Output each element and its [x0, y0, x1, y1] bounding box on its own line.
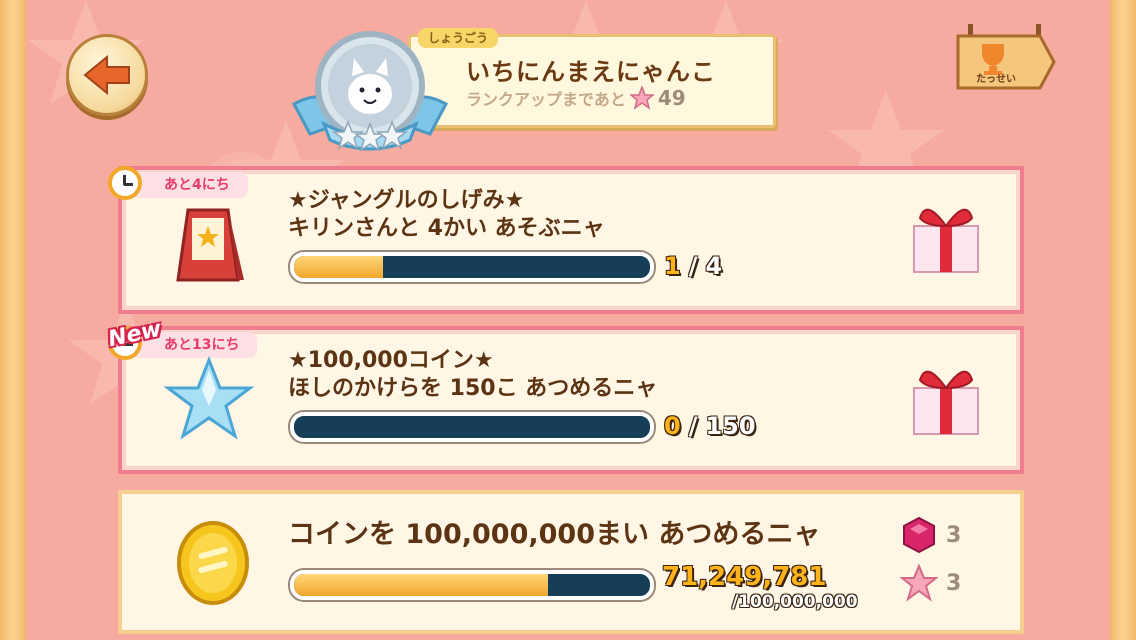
- mission-description: キリンさんと 4かい あそぶニャ: [288, 216, 605, 241]
- right-frame: [1108, 0, 1136, 640]
- gift-icon[interactable]: [906, 196, 986, 276]
- progress-current: 0: [664, 412, 681, 440]
- star-icon: [900, 564, 938, 602]
- gift-icon[interactable]: [906, 358, 986, 438]
- progress-total: 150: [705, 412, 756, 440]
- star-icon: [629, 86, 654, 110]
- progress-current: 1: [664, 252, 681, 280]
- player-title: いちにんまえにゃんこ: [466, 58, 716, 86]
- left-frame: [0, 0, 28, 640]
- crystal-star-icon: [164, 356, 254, 440]
- progress-slash: /: [688, 412, 698, 440]
- gem-icon: [903, 516, 935, 554]
- reward-star: 3: [900, 564, 961, 602]
- mission-description: ほしのかけらを 150こ あつめるニャ: [288, 376, 658, 401]
- main-goal-description: コインを 100,000,000まい あつめるニャ: [288, 519, 821, 550]
- rank-up-label: ランクアップまであと: [466, 90, 626, 109]
- coin-icon: [177, 521, 249, 605]
- mission-title: ★ジャングルのしげみ★: [288, 188, 525, 213]
- progress-bar: [290, 252, 654, 282]
- back-button[interactable]: [66, 34, 148, 116]
- progress-total: 4: [705, 252, 723, 280]
- progress-bar-fill: [294, 574, 548, 596]
- mission-title: ★100,000コイン★: [288, 348, 494, 373]
- rank-up-info: ランクアップまであと 49: [466, 86, 686, 110]
- progress-slash: /: [688, 252, 698, 280]
- signboard-icon: [176, 208, 244, 282]
- progress-bar-fill: [294, 256, 383, 278]
- reward-gem: 3: [900, 516, 961, 554]
- cat-medal-icon: [291, 31, 449, 152]
- back-arrow-icon: [83, 55, 130, 95]
- progress-counter: 0 / 150: [664, 412, 756, 440]
- reward-star-count: 3: [946, 570, 962, 596]
- clock-icon: [108, 166, 142, 200]
- progress-bar: [290, 412, 654, 442]
- main-goal-current: 71,249,781: [662, 562, 827, 592]
- progress-counter: 1 / 4: [664, 252, 722, 280]
- progress-bar: [290, 570, 654, 600]
- rank-up-value: 49: [657, 86, 686, 110]
- achievement-label: たっせい: [976, 74, 1016, 85]
- reward-gem-count: 3: [946, 522, 962, 548]
- main-goal-total: /100,000,000: [732, 592, 858, 612]
